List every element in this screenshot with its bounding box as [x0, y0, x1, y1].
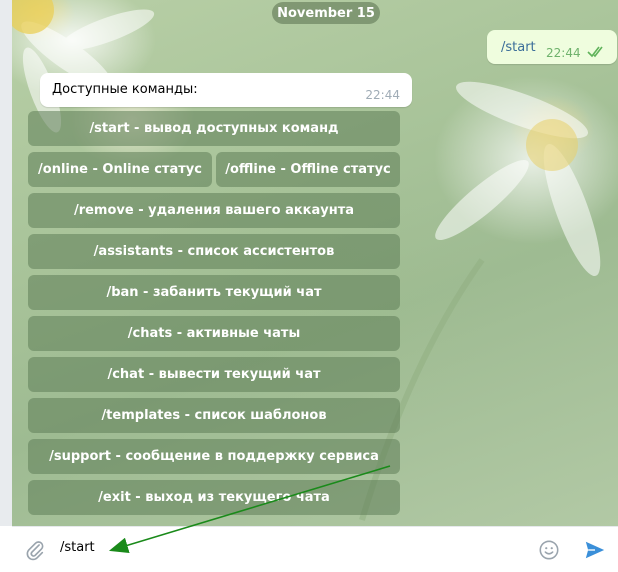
smiley-icon[interactable]: [538, 539, 560, 561]
message-input[interactable]: /start: [60, 540, 95, 555]
incoming-message[interactable]: Доступные команды: 22:44: [40, 73, 412, 107]
keyboard-button-offline[interactable]: /offline - Offline статус: [216, 152, 400, 187]
keyboard-button-online[interactable]: /online - Online статус: [28, 152, 212, 187]
message-composer: /start: [12, 526, 618, 572]
incoming-message-text[interactable]: Доступные команды:: [52, 82, 198, 97]
paperclip-icon[interactable]: [24, 539, 46, 561]
chat-area: November 15 /start 22:44 Доступные коман…: [12, 0, 618, 526]
keyboard-button-templates[interactable]: /templates - список шаблонов: [28, 398, 400, 433]
telegram-window: November 15 /start 22:44 Доступные коман…: [0, 0, 618, 572]
keyboard-button-support[interactable]: /support - сообщение в поддержку сервиса: [28, 439, 400, 474]
keyboard-button-chat[interactable]: /chat - вывести текущий чат: [28, 357, 400, 392]
outgoing-message[interactable]: /start 22:44: [487, 30, 617, 64]
incoming-message-time: 22:44: [365, 88, 400, 102]
keyboard-button-exit[interactable]: /exit - выход из текущего чата: [28, 480, 400, 515]
keyboard-button-start[interactable]: /start - вывод доступных команд: [28, 111, 400, 146]
keyboard-button-ban[interactable]: /ban - забанить текущий чат: [28, 275, 400, 310]
double-check-icon: [587, 46, 603, 58]
keyboard-button-assistants[interactable]: /assistants - список ассистентов: [28, 234, 400, 269]
outgoing-message-time: 22:44: [546, 46, 581, 60]
date-separator: November 15: [272, 2, 380, 24]
send-arrow-icon[interactable]: [583, 539, 607, 561]
keyboard-button-remove[interactable]: /remove - удаления вашего аккаунта: [28, 193, 400, 228]
outgoing-message-text[interactable]: /start: [501, 40, 536, 55]
keyboard-button-chats[interactable]: /chats - активные чаты: [28, 316, 400, 351]
